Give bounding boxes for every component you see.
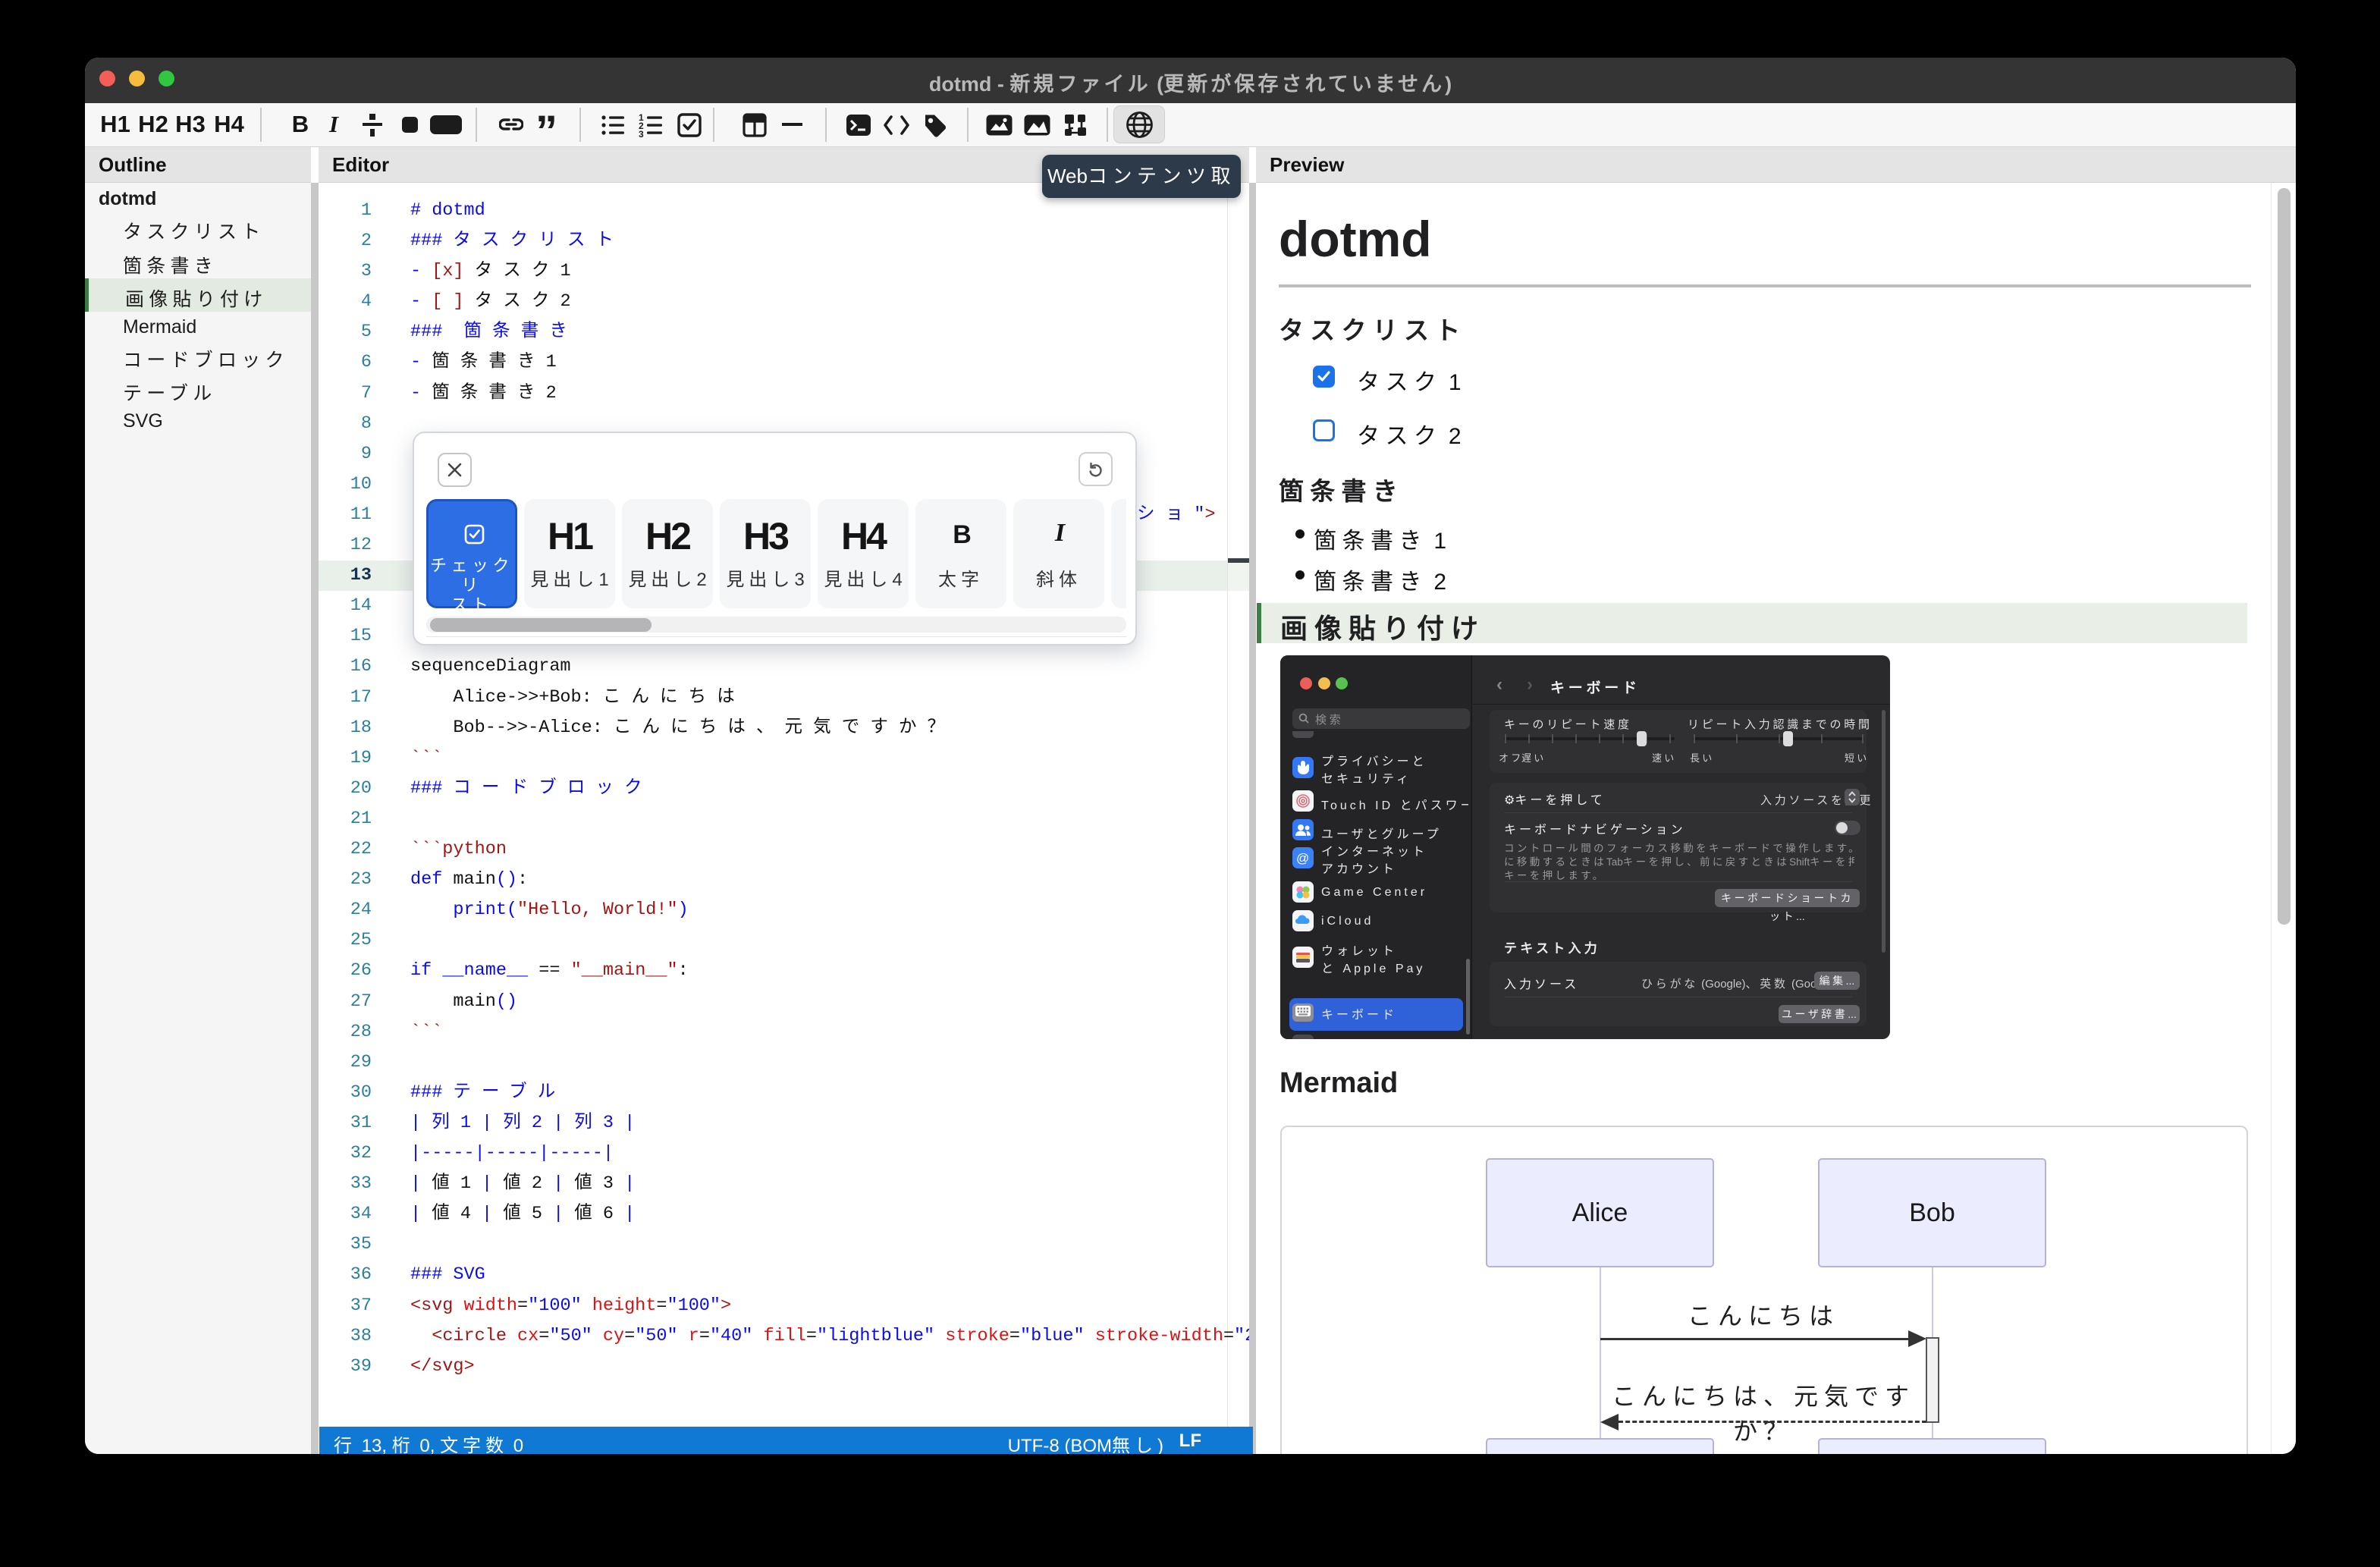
svg-text:@: @ <box>1296 851 1309 865</box>
svg-text:3: 3 <box>639 129 644 137</box>
